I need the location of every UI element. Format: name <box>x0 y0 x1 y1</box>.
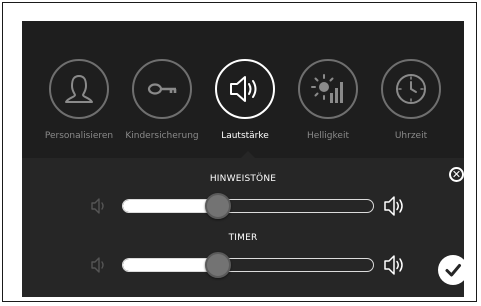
speaker-icon <box>230 76 257 102</box>
slider-track-timer[interactable] <box>122 258 374 272</box>
confirm-button[interactable] <box>438 255 464 285</box>
setting-title-timer: TIMER <box>228 233 258 243</box>
category-label-uhrzeit: Uhrzeit <box>394 131 428 141</box>
category-uhrzeit[interactable] <box>381 59 441 119</box>
category-kindersicherung[interactable] <box>132 59 192 119</box>
checkmark-icon <box>445 264 461 277</box>
key-icon <box>147 83 177 95</box>
slider-thumb-hinweistoene[interactable] <box>204 193 231 219</box>
settings-screen: Personalisieren Kindersicherung Lautstär… <box>22 21 464 297</box>
slider-thumb-timer[interactable] <box>204 252 231 278</box>
category-helligkeit[interactable] <box>298 59 358 119</box>
category-bar: Personalisieren Kindersicherung Lautstär… <box>22 21 464 159</box>
window-frame: Personalisieren Kindersicherung Lautstär… <box>2 2 477 302</box>
volume-up-icon[interactable] <box>383 195 407 217</box>
setting-title-hinweistoene: HINWEISTÖNE <box>209 174 277 184</box>
category-lautstaerke[interactable] <box>215 59 275 119</box>
volume-down-icon[interactable] <box>90 255 110 275</box>
slider-track-hinweistoene[interactable] <box>122 199 374 213</box>
person-icon <box>65 75 93 103</box>
clock-icon <box>396 74 426 104</box>
category-personalisieren[interactable] <box>49 59 109 119</box>
volume-up-icon[interactable] <box>383 254 407 276</box>
brightness-icon <box>311 74 343 103</box>
volume-down-icon[interactable] <box>90 196 110 216</box>
